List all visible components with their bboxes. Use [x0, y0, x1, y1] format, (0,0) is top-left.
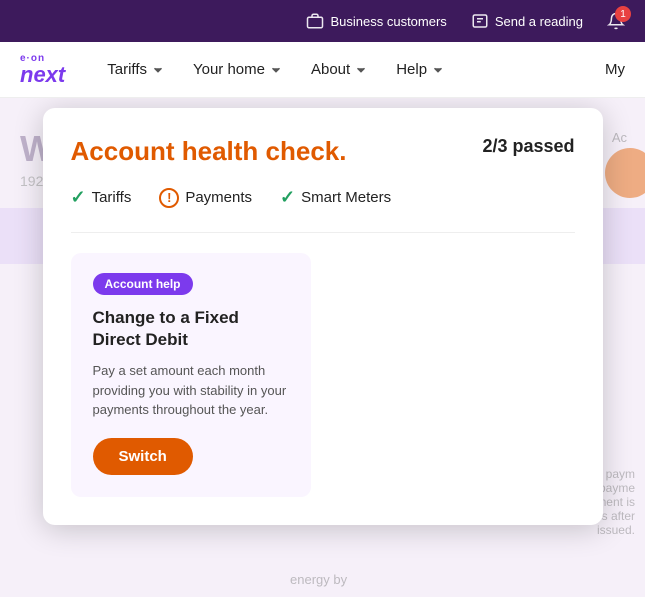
- nav-tariffs[interactable]: Tariffs: [95, 42, 177, 98]
- chevron-down-icon: [151, 63, 165, 77]
- nav-your-home[interactable]: Your home: [181, 42, 295, 98]
- logo-next: next: [20, 64, 65, 86]
- check-items: ✓ Tariffs ! Payments ✓ Smart Meters: [71, 187, 575, 208]
- modal-header: Account health check. 2/3 passed: [71, 136, 575, 167]
- check-item-payments: ! Payments: [159, 188, 252, 208]
- page-background: Wo 192 G Ac t paym payme ment is s after…: [0, 98, 645, 597]
- check-payments-label: Payments: [185, 189, 252, 206]
- nav-items: Tariffs Your home About Help: [95, 42, 605, 98]
- check-pass-icon-2: ✓: [280, 187, 295, 208]
- send-reading-link[interactable]: Send a reading: [471, 12, 583, 30]
- modal-overlay: Account health check. 2/3 passed ✓ Tarif…: [0, 98, 645, 597]
- top-bar: Business customers Send a reading 1: [0, 0, 645, 42]
- card-badge: Account help: [93, 273, 193, 295]
- modal-title: Account health check.: [71, 136, 347, 167]
- switch-button[interactable]: Switch: [93, 438, 193, 475]
- nav-bar: e·on next Tariffs Your home About Help M…: [0, 42, 645, 98]
- chevron-down-icon: [269, 63, 283, 77]
- check-tariffs-label: Tariffs: [92, 189, 132, 206]
- modal-divider: [71, 232, 575, 233]
- check-item-tariffs: ✓ Tariffs: [71, 187, 132, 208]
- notification-bell[interactable]: 1: [607, 12, 625, 30]
- nav-about[interactable]: About: [299, 42, 380, 98]
- notification-count: 1: [615, 6, 631, 22]
- health-check-modal: Account health check. 2/3 passed ✓ Tarif…: [43, 108, 603, 525]
- briefcase-icon: [306, 12, 324, 30]
- check-item-smart-meters: ✓ Smart Meters: [280, 187, 391, 208]
- check-smart-meters-label: Smart Meters: [301, 189, 391, 206]
- meter-icon: [471, 12, 489, 30]
- card-description: Pay a set amount each month providing yo…: [93, 361, 289, 420]
- logo[interactable]: e·on next: [20, 53, 65, 86]
- business-customers-link[interactable]: Business customers: [306, 12, 446, 30]
- card-title: Change to a Fixed Direct Debit: [93, 307, 289, 351]
- modal-card: Account help Change to a Fixed Direct De…: [71, 253, 311, 497]
- chevron-down-icon: [431, 63, 445, 77]
- modal-score: 2/3 passed: [482, 136, 574, 157]
- business-customers-label: Business customers: [330, 14, 446, 29]
- send-reading-label: Send a reading: [495, 14, 583, 29]
- check-warn-icon: !: [159, 188, 179, 208]
- check-pass-icon: ✓: [71, 187, 86, 208]
- nav-my[interactable]: My: [605, 61, 625, 78]
- nav-help[interactable]: Help: [384, 42, 457, 98]
- chevron-down-icon: [354, 63, 368, 77]
